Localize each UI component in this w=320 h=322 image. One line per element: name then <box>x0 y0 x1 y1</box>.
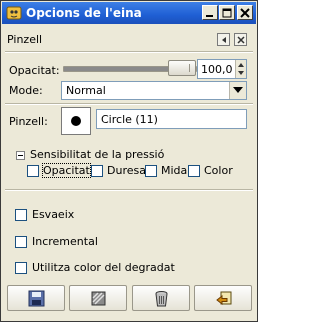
mode-selected-value: Normal <box>66 84 106 97</box>
opacity-spinbutton[interactable]: 100,0 <box>197 59 247 79</box>
gradient-color-label[interactable]: Utilitza color del degradat <box>32 261 175 274</box>
brush-name: Circle (11) <box>101 113 158 126</box>
pressure-opacity-checkbox[interactable] <box>27 165 39 177</box>
restore-options-button[interactable] <box>69 285 127 311</box>
slider-grip <box>189 64 190 72</box>
pressure-size-label[interactable]: Mida <box>161 164 187 177</box>
spin-arrows-icon <box>238 63 244 75</box>
minimize-button[interactable] <box>202 5 218 20</box>
mode-label: Mode: <box>9 84 43 97</box>
brush-circle-preview <box>71 116 81 126</box>
title-bar[interactable]: Opcions de l'eina <box>2 2 256 24</box>
pressure-label: Sensibilitat de la pressió <box>30 148 165 161</box>
pressure-expander-toggle[interactable] <box>16 151 25 160</box>
dock-tab-label: Pinzell <box>7 33 43 46</box>
save-icon <box>28 290 45 307</box>
close-button[interactable] <box>237 5 253 20</box>
spin-arrows[interactable] <box>235 60 246 78</box>
pressure-size-checkbox[interactable] <box>145 165 157 177</box>
pressure-separator <box>5 189 253 191</box>
opacity-slider-fill <box>64 67 182 71</box>
opacity-label: Opacitat: <box>9 64 60 77</box>
reset-icon <box>216 291 232 306</box>
incremental-label[interactable]: Incremental <box>32 235 98 248</box>
mode-select[interactable]: Normal <box>61 81 247 100</box>
pressure-hardness-label[interactable]: Duresa <box>107 164 146 177</box>
dock-menu-button[interactable] <box>217 33 230 46</box>
minimize-icon <box>206 15 213 17</box>
pressure-color-label[interactable]: Color <box>204 164 233 177</box>
maximize-button[interactable] <box>219 5 235 20</box>
incremental-checkbox[interactable] <box>15 236 27 248</box>
mode-dropdown-button[interactable] <box>229 82 246 99</box>
close-icon <box>237 36 245 44</box>
tool-options-panel: Pinzell Opacitat: 100,0 Mode: Normal Pin… <box>5 29 253 317</box>
chevron-down-icon <box>233 87 243 93</box>
tool-options-window: Opcions de l'eina Pinzell Opacitat: 100,… <box>0 0 258 322</box>
maximize-icon <box>222 8 232 18</box>
pressure-color-checkbox[interactable] <box>188 165 200 177</box>
gimp-app-icon <box>6 6 22 20</box>
triangle-left-icon <box>222 37 226 43</box>
delete-options-button[interactable] <box>132 285 190 311</box>
header-separator <box>5 51 253 53</box>
window-title: Opcions de l'eina <box>26 6 142 20</box>
mode-separator <box>5 103 253 105</box>
close-icon <box>240 8 250 18</box>
pressure-opacity-label[interactable]: Opacitat <box>42 163 91 178</box>
opacity-slider-thumb[interactable] <box>168 60 196 76</box>
pressure-hardness-checkbox[interactable] <box>91 165 103 177</box>
bottom-toolbar <box>5 285 253 314</box>
reset-options-button[interactable] <box>194 285 252 311</box>
brush-name-field: Circle (11) <box>96 109 247 129</box>
delete-icon <box>155 291 168 307</box>
restore-icon <box>91 291 106 306</box>
brush-label: Pinzell: <box>9 115 48 128</box>
gradient-color-checkbox[interactable] <box>15 262 27 274</box>
save-options-button[interactable] <box>7 285 65 311</box>
fade-checkbox[interactable] <box>15 209 27 221</box>
brush-preview-button[interactable] <box>61 107 91 135</box>
fade-label[interactable]: Esvaeix <box>32 208 74 221</box>
dock-close-button[interactable] <box>234 33 247 46</box>
opacity-value[interactable]: 100,0 <box>201 63 233 76</box>
dock-header: Pinzell <box>5 29 253 49</box>
opacity-slider[interactable] <box>63 60 197 76</box>
